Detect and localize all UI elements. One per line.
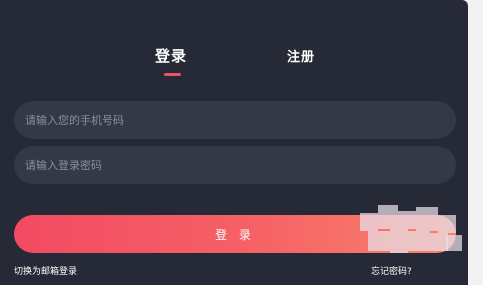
tab-login[interactable]: 登录 [155, 46, 187, 66]
forgot-password-link[interactable]: 忘记密码? [371, 266, 412, 278]
login-panel: 登录 注册 登 录 切换为邮箱登录 忘记密码? [0, 0, 468, 285]
phone-input[interactable] [14, 101, 456, 139]
password-input[interactable] [14, 146, 456, 184]
screenshot-canvas: 登录 注册 登 录 切换为邮箱登录 忘记密码? [0, 0, 483, 285]
active-tab-indicator [164, 73, 181, 76]
tab-register[interactable]: 注册 [287, 48, 315, 68]
switch-to-email-login-link[interactable]: 切换为邮箱登录 [14, 266, 77, 278]
login-button[interactable]: 登 录 [14, 215, 456, 253]
